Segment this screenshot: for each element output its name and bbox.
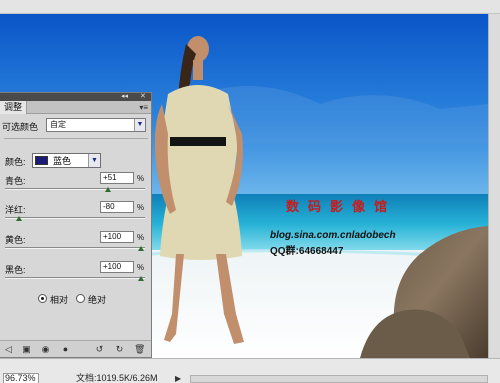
vertical-scrollbar[interactable]	[488, 14, 500, 358]
preset-row: 可选颜色 自定 ▼	[0, 117, 150, 135]
adjustments-panel: ◂◂ ✕ 调整 ▾≡ 可选颜色 自定 ▼ 颜色: 蓝色 ▼ 青色: +51 % …	[0, 92, 152, 358]
visibility-icon[interactable]: ●	[60, 344, 71, 354]
zoom-field[interactable]: 96.73%	[3, 373, 39, 383]
slider-thumb[interactable]	[138, 276, 144, 281]
yellow-value-field[interactable]: +100	[100, 231, 134, 243]
watermark-url: blog.sina.com.cnladobech	[270, 230, 396, 241]
close-icon[interactable]: ✕	[140, 92, 146, 100]
absolute-label: 绝对	[88, 295, 107, 305]
preset-value: 自定	[50, 120, 66, 129]
preset-select[interactable]: 自定 ▼	[46, 118, 146, 132]
color-chip	[35, 156, 48, 165]
document-size[interactable]: 文档:1019.5K/6.26M	[46, 373, 174, 383]
slider-thumb[interactable]	[15, 216, 22, 221]
horizontal-scrollbar[interactable]	[190, 375, 488, 383]
panel-footer: ◁ ▣ ◉ ● ↺ ↻ 🗑	[0, 340, 151, 357]
play-right-icon[interactable]: ▶	[175, 373, 185, 383]
panel-menu-icon[interactable]: ▾≡	[139, 103, 148, 112]
slider-label: 黑色:	[5, 265, 26, 275]
slider-track[interactable]	[5, 247, 145, 249]
back-arrow-icon[interactable]: ◁	[3, 344, 14, 354]
percent-unit: %	[137, 174, 145, 183]
magenta-value-field[interactable]: -80	[100, 201, 134, 213]
collapse-icon[interactable]: ◂◂	[121, 92, 128, 100]
chevron-down-icon: ▼	[88, 154, 100, 167]
window-top-strip	[0, 0, 500, 14]
slider-label: 青色:	[5, 176, 26, 186]
method-radio-group: 相对 绝对	[38, 293, 148, 305]
slider-track[interactable]	[5, 277, 145, 279]
status-bar: 96.73% 文档:1019.5K/6.26M ▶	[0, 358, 500, 383]
color-select[interactable]: 蓝色 ▼	[32, 153, 101, 168]
panel-tab-row: 调整 ▾≡	[0, 101, 151, 114]
panel-title-strip: ◂◂ ✕	[0, 93, 151, 101]
tab-adjustments[interactable]: 调整	[0, 101, 28, 114]
layer-icon[interactable]: ▣	[21, 344, 32, 354]
slider-label: 洋红:	[5, 205, 26, 215]
slider-label: 黄色:	[5, 235, 26, 245]
trash-icon[interactable]: 🗑	[134, 344, 145, 354]
slider-thumb[interactable]	[104, 187, 111, 192]
chevron-down-icon: ▼	[134, 119, 145, 131]
slider-track[interactable]	[5, 188, 145, 190]
adjustment-title: 可选颜色	[2, 122, 39, 132]
slider-track[interactable]	[5, 217, 145, 219]
color-value: 蓝色	[53, 156, 72, 166]
percent-unit: %	[137, 233, 145, 242]
relative-radio[interactable]	[38, 294, 47, 303]
absolute-radio[interactable]	[76, 294, 85, 303]
relative-label: 相对	[50, 295, 69, 305]
divider	[4, 138, 148, 139]
cyan-value-field[interactable]: +51	[100, 172, 134, 184]
previous-state-icon[interactable]: ↺	[94, 344, 105, 354]
black-value-field[interactable]: +100	[100, 261, 134, 273]
slider-thumb[interactable]	[138, 246, 144, 251]
watermark-title: 数码影像馆	[286, 200, 397, 215]
percent-unit: %	[137, 263, 145, 272]
clip-icon[interactable]: ◉	[40, 344, 51, 354]
watermark-qq: QQ群:64668447	[270, 246, 344, 257]
reset-icon[interactable]: ↻	[114, 344, 125, 354]
percent-unit: %	[137, 203, 145, 212]
color-label: 颜色:	[5, 157, 26, 167]
